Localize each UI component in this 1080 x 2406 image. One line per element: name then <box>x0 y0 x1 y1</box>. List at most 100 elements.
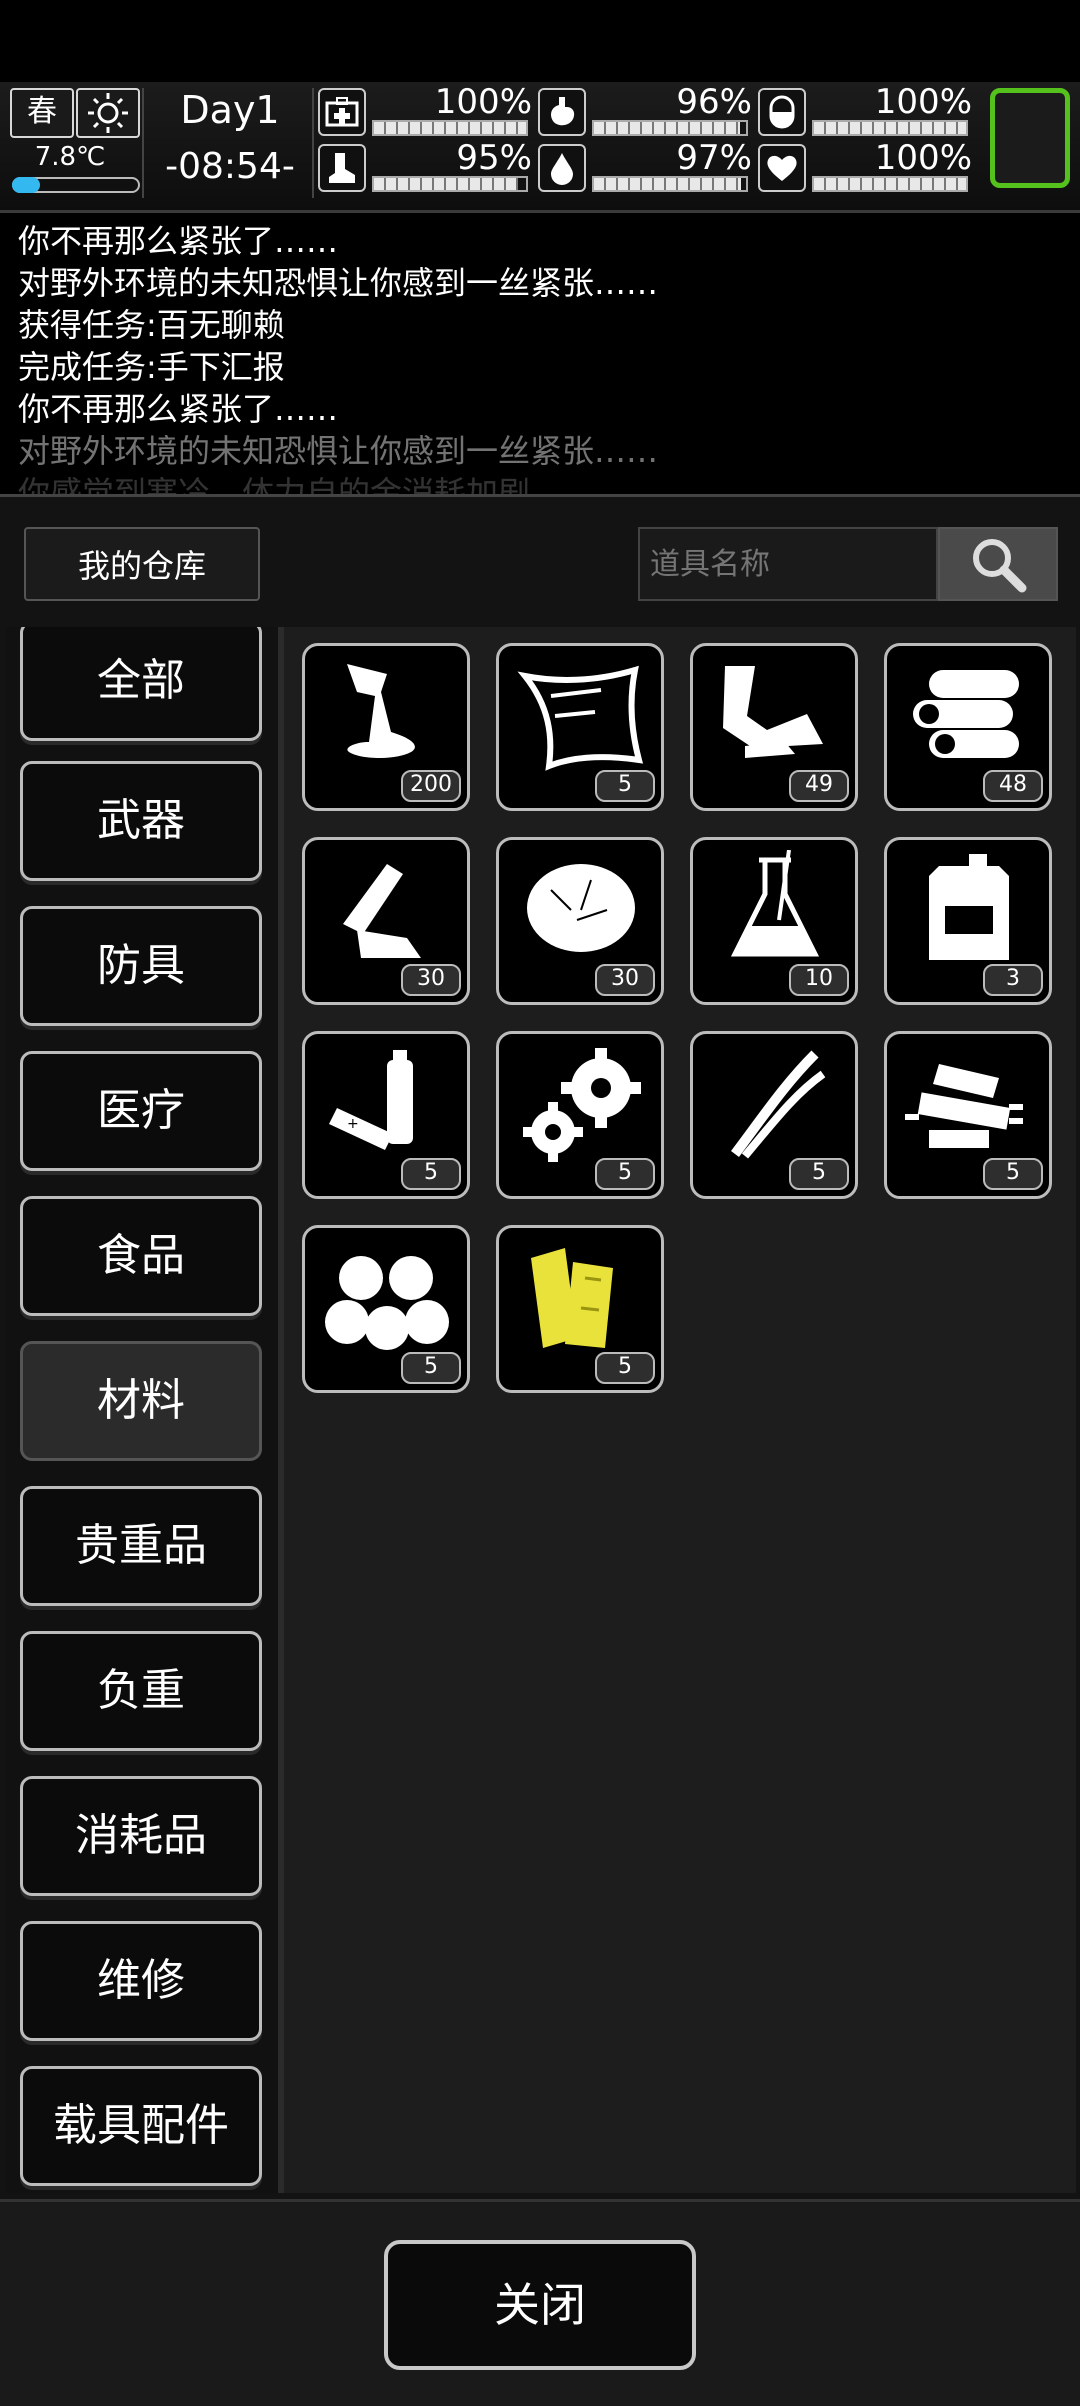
category-medical[interactable]: 医疗 <box>20 1051 262 1171</box>
bottom-bar: 关闭 <box>0 2199 1080 2406</box>
item-slot[interactable]: 5 <box>302 1225 470 1393</box>
mood-bar <box>812 176 968 192</box>
category-valuables[interactable]: 贵重品 <box>20 1486 262 1606</box>
season-badge: 春 <box>10 88 74 138</box>
flask-icon <box>730 850 820 957</box>
health-bar-fill <box>374 122 526 134</box>
log-line: 对野外环境的未知恐惧让你感到一丝紧张…… <box>18 264 659 302</box>
wire-icon <box>730 1050 826 1159</box>
boot-icon <box>318 144 366 192</box>
item-slot[interactable]: 10 <box>690 837 858 1005</box>
item-grid: 200 5 49 48 30 30 10 3 + 5 5 5 5 5 5 <box>284 627 1076 2193</box>
item-slot[interactable]: 30 <box>302 837 470 1005</box>
thirst-bar <box>592 176 748 192</box>
item-slot[interactable]: 5 <box>496 1225 664 1393</box>
item-count: 5 <box>595 1158 655 1190</box>
water-drop-icon <box>538 144 586 192</box>
log-line: 你不再那么紧张了…… <box>18 222 339 260</box>
item-slot[interactable]: 5 <box>496 1031 664 1199</box>
scrap-fabric-icon <box>723 666 823 758</box>
category-repair[interactable]: 维修 <box>20 1921 262 2041</box>
item-slot[interactable]: 30 <box>496 837 664 1005</box>
log-line: 你不再那么紧张了…… <box>18 390 339 428</box>
category-carry[interactable]: 负重 <box>20 1631 262 1751</box>
search-input[interactable] <box>638 527 938 601</box>
hunger-bar-fill <box>594 122 740 134</box>
search-button[interactable] <box>938 527 1058 601</box>
sun-icon <box>76 88 140 138</box>
item-slot[interactable]: 200 <box>302 643 470 811</box>
divider <box>312 88 314 198</box>
hunger-stat: 96% <box>538 84 753 138</box>
health-value: 100% <box>434 82 532 122</box>
item-slot[interactable]: 5 <box>690 1031 858 1199</box>
thirst-bar-fill <box>594 178 742 190</box>
status-hud: 春 7.8℃ Day1 -08:54- 100% 95% 96% 97% 100… <box>0 82 1080 213</box>
item-slot[interactable]: 49 <box>690 643 858 811</box>
immunity-stat: 100% <box>758 84 973 138</box>
hunger-bar <box>592 120 748 136</box>
item-slot[interactable]: + 5 <box>302 1031 470 1199</box>
immunity-bar <box>812 120 968 136</box>
cotton-fiber-icon <box>527 864 635 952</box>
mood-bar-fill <box>814 178 966 190</box>
item-count: 30 <box>595 964 655 996</box>
jerrycan-icon <box>929 854 1009 960</box>
item-count: 30 <box>401 964 461 996</box>
log-line: 对野外环境的未知恐惧让你感到一丝紧张…… <box>18 432 659 470</box>
category-consumables[interactable]: 消耗品 <box>20 1776 262 1896</box>
glue-icon <box>347 664 415 758</box>
close-button[interactable]: 关闭 <box>384 2240 696 2370</box>
thirst-stat: 97% <box>538 140 753 194</box>
log-line: 你感觉到寒冷，体力自的金消耗加剧 <box>18 474 531 494</box>
category-food[interactable]: 食品 <box>20 1196 262 1316</box>
stamina-bar <box>372 176 528 192</box>
pill-icon <box>758 88 806 136</box>
category-materials[interactable]: 材料 <box>20 1341 262 1461</box>
log-line: 完成任务:手下汇报 <box>18 348 285 386</box>
equipped-slot[interactable] <box>990 88 1070 188</box>
item-count: 5 <box>789 1158 849 1190</box>
clock-label: -08:54- <box>165 146 295 187</box>
item-count: 5 <box>983 1158 1043 1190</box>
health-stat: 100% <box>318 84 533 138</box>
item-slot[interactable]: 5 <box>884 1031 1052 1199</box>
electronic-parts-icon <box>905 1064 1023 1148</box>
category-vehicle-parts[interactable]: 载具配件 <box>20 2066 262 2186</box>
plastic-bottle-icon <box>343 864 421 958</box>
stomach-icon <box>538 88 586 136</box>
thirst-value: 97% <box>676 138 752 178</box>
stamina-value: 95% <box>456 138 532 178</box>
message-log[interactable]: 你不再那么紧张了…… 对野外环境的未知恐惧让你感到一丝紧张…… 获得任务:百无聊… <box>0 214 1080 494</box>
mood-stat: 100% <box>758 140 973 194</box>
category-weapons[interactable]: 武器 <box>20 761 262 881</box>
heart-icon <box>758 144 806 192</box>
item-slot[interactable]: 48 <box>884 643 1052 811</box>
health-bar <box>372 120 528 136</box>
mood-value: 100% <box>874 138 972 178</box>
item-count: 10 <box>789 964 849 996</box>
temperature-bar-fill <box>12 177 40 193</box>
hunger-value: 96% <box>676 82 752 122</box>
item-count: 5 <box>595 1352 655 1384</box>
immunity-bar-fill <box>814 122 966 134</box>
category-list[interactable]: 全部 武器 防具 医疗 食品 材料 贵重品 负重 消耗品 维修 载具配件 <box>6 627 284 2193</box>
medkit-icon <box>318 88 366 136</box>
divider <box>142 88 144 198</box>
category-all[interactable]: 全部 <box>20 627 262 741</box>
item-count: 48 <box>983 770 1043 802</box>
warehouse-title[interactable]: 我的仓库 <box>24 527 260 601</box>
category-armor[interactable]: 防具 <box>20 906 262 1026</box>
svg-text:+: + <box>347 1116 359 1132</box>
item-count: 3 <box>983 964 1043 996</box>
battery-icon: + <box>329 1050 413 1150</box>
plastic-sheet-icon <box>517 665 644 771</box>
item-count: 200 <box>401 770 461 802</box>
day-label: Day1 <box>180 88 280 132</box>
warehouse-panel: 我的仓库 全部 武器 防具 医疗 食品 材料 贵重品 负重 消耗品 维修 载具配… <box>0 494 1080 2406</box>
stamina-stat: 95% <box>318 140 533 194</box>
stamina-bar-fill <box>374 178 519 190</box>
item-slot[interactable]: 5 <box>496 643 664 811</box>
log-line: 获得任务:百无聊赖 <box>18 306 285 344</box>
item-slot[interactable]: 3 <box>884 837 1052 1005</box>
